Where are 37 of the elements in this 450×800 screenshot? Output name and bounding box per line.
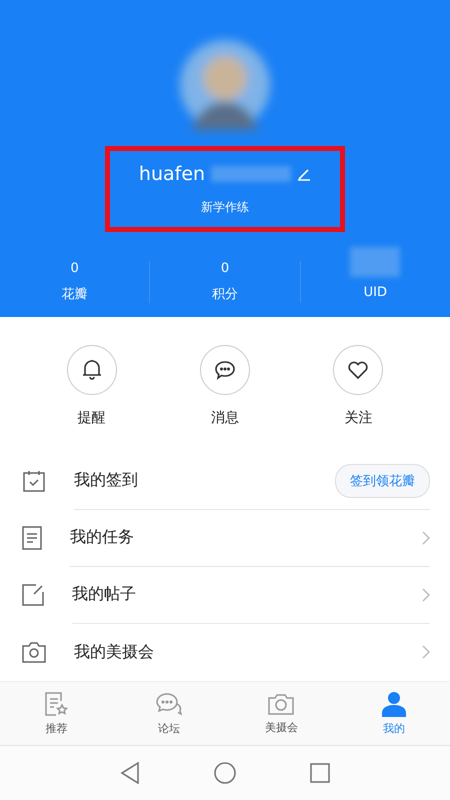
user-icon (380, 690, 407, 717)
home-icon[interactable] (214, 762, 236, 784)
back-icon[interactable] (120, 762, 140, 784)
camera-icon (268, 692, 294, 716)
pencil-icon[interactable] (297, 166, 312, 180)
calendar-check-icon (22, 469, 46, 494)
stat-value: 0 (220, 260, 230, 277)
chevron-right-icon (422, 645, 430, 660)
document-star-icon (43, 690, 70, 717)
blurred-text (350, 246, 400, 277)
shortcut-button[interactable]: 消息 (180, 344, 270, 427)
shortcut-button[interactable]: 提醒 (46, 344, 137, 427)
stat-label: 积分 (212, 286, 238, 303)
chevron-right-icon (422, 588, 430, 602)
username: huafen (138, 162, 206, 184)
tab[interactable]: 我的 (338, 682, 450, 746)
menu-item[interactable]: 我的美摄会 (74, 642, 422, 663)
chevron-right-icon (422, 530, 430, 545)
chat-bubble-icon (214, 360, 236, 380)
camera-icon (22, 641, 46, 664)
document-icon (22, 526, 42, 550)
tab[interactable]: 美摄会 (225, 682, 338, 746)
heart-icon (347, 360, 370, 380)
recent-apps-icon[interactable] (310, 763, 330, 784)
user-level: 新学作练 (201, 198, 249, 216)
shortcut-button[interactable]: 关注 (313, 344, 404, 427)
bell-icon (82, 358, 102, 381)
menu-item[interactable]: 我的任务 (70, 527, 422, 548)
chat-bubbles-icon (154, 690, 183, 717)
menu-item[interactable]: 我的签到 (74, 470, 335, 492)
tab[interactable]: 论坛 (112, 682, 225, 746)
menu-item[interactable]: 我的帖子 (72, 584, 422, 606)
stat-label: 花瓣 (62, 286, 88, 303)
checkin-button[interactable]: 签到领花瓣 (335, 464, 430, 498)
tab[interactable]: 推荐 (0, 682, 112, 746)
stat-label: UID (364, 284, 387, 300)
stat-value: 0 (70, 260, 79, 277)
